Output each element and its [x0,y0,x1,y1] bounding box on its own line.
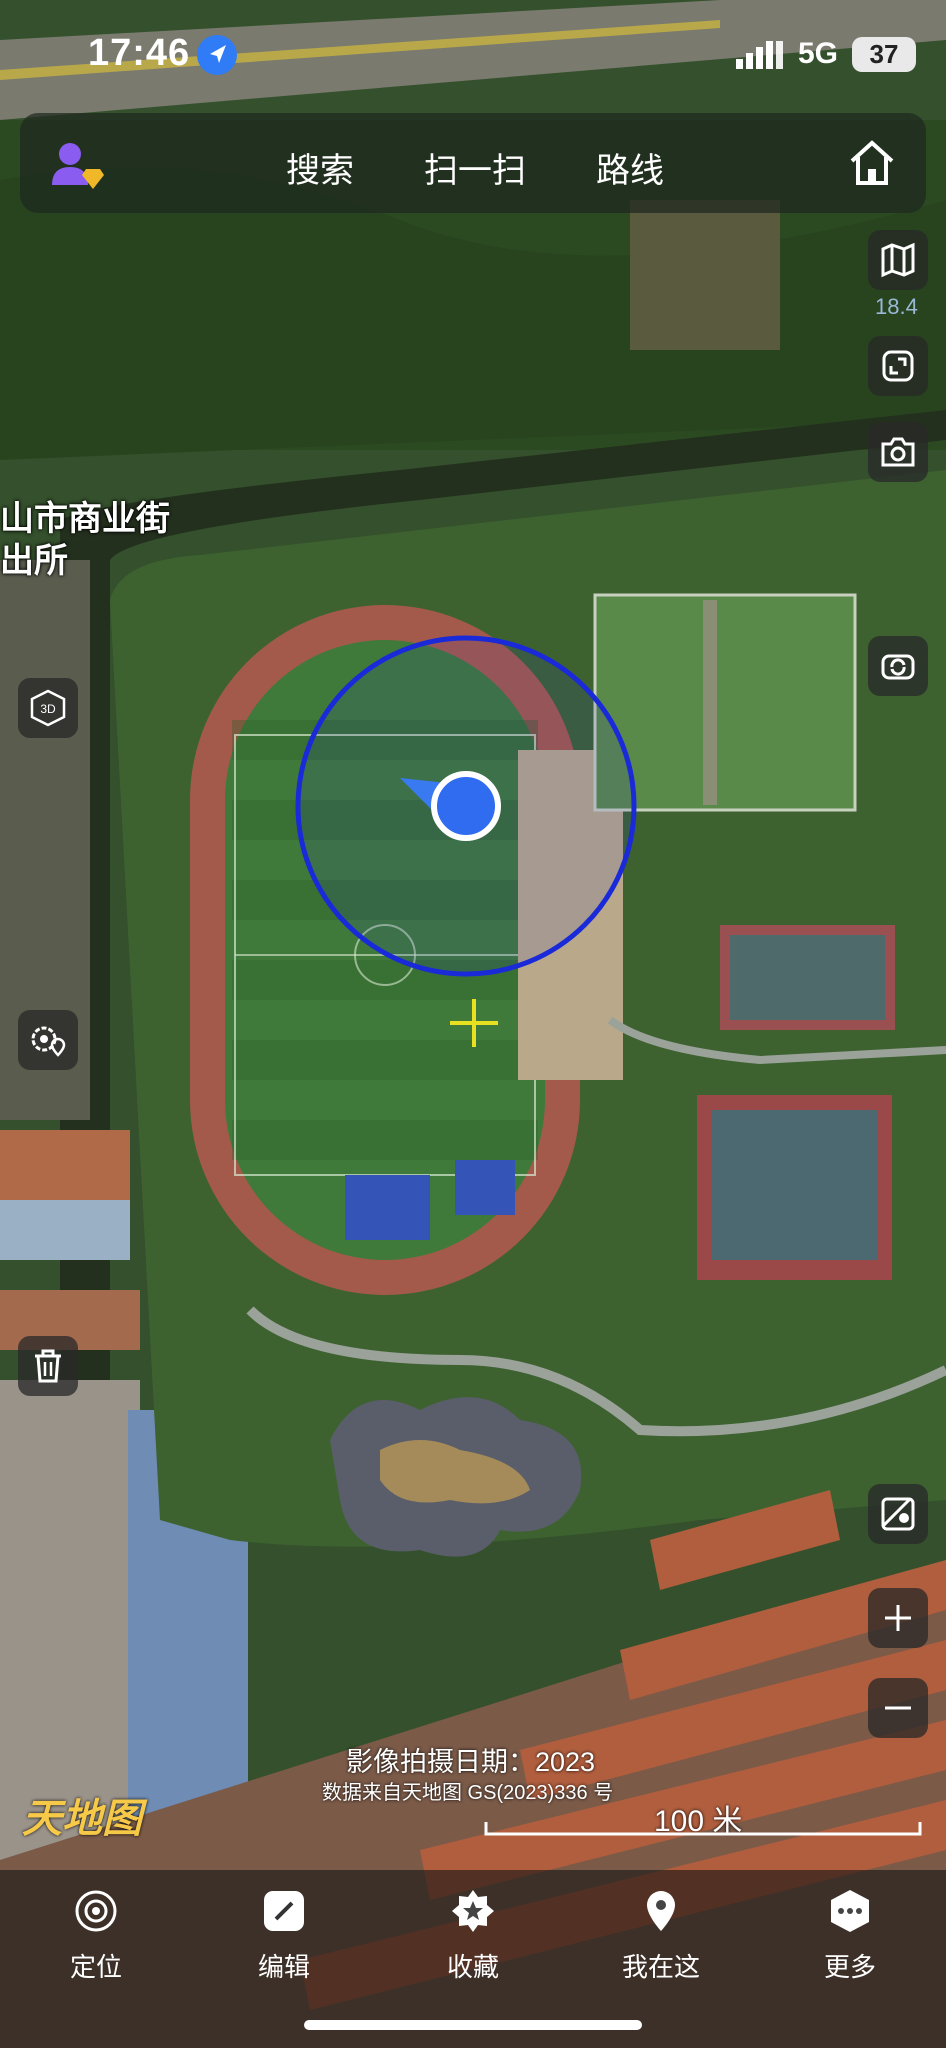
tianditu-logo: 天地图 [22,1795,142,1842]
map-place-label-line1[interactable]: 山市商业街 [0,498,170,540]
nav-edit[interactable]: 编辑 [224,1888,344,1984]
trash-icon [35,1349,61,1383]
nav-favorites[interactable]: 收藏 [413,1888,533,1984]
star-badge-icon [452,1890,494,1932]
nav-more-label: 更多 [823,1952,876,1982]
minus-icon [885,1706,911,1710]
tab-search[interactable]: 搜索 [286,143,354,192]
location-pin-icon [647,1891,675,1931]
fullscreen-button[interactable] [868,336,928,396]
zoom-out-button[interactable] [868,1678,928,1738]
user-vip-icon[interactable] [48,137,104,193]
signal-icon [735,41,783,69]
network-type: 5G [797,37,838,70]
zoom-level: 18.4 [875,294,918,319]
map-layers-button[interactable] [868,230,928,290]
map-locate-button[interactable] [868,1484,928,1544]
rotate-camera-icon [881,654,915,680]
imagery-date: 影像拍摄日期：2023 [346,1747,596,1777]
tab-scan[interactable]: 扫一扫 [424,143,526,192]
3d-view-button[interactable]: 3D [18,678,78,738]
camera-icon [881,437,915,467]
battery-indicator: 37 [852,36,916,72]
tab-route[interactable]: 路线 [596,143,664,192]
more-icon [831,1890,869,1932]
location-settings-button[interactable] [18,1010,78,1070]
delete-button[interactable] [18,1336,78,1396]
status-time: 17:46 [88,32,191,74]
nav-locate[interactable]: 定位 [36,1888,156,1984]
top-toolbar: 搜索 扫一扫 路线 [20,113,926,213]
rotate-view-button[interactable] [868,636,928,696]
screenshot-button[interactable] [868,422,928,482]
status-indicators: 5G 37 [735,34,916,74]
location-arrow-icon [197,35,237,75]
map-place-label-line2[interactable]: 出所 [0,540,68,582]
nav-favorites-label: 收藏 [446,1952,499,1982]
data-source-credit: 数据来自天地图 GS(2023)336 号 [322,1782,614,1804]
plus-icon [885,1605,911,1631]
zoom-in-button[interactable] [868,1588,928,1648]
nav-locate-label: 定位 [69,1952,122,1982]
nav-i-am-here-label: 我在这 [621,1952,700,1982]
home-icon[interactable] [846,137,898,189]
svg-text:3D: 3D [40,702,56,716]
crosshair-target-icon [75,1890,117,1932]
nav-more[interactable]: 更多 [790,1888,910,1984]
nav-i-am-here[interactable]: 我在这 [601,1888,721,1984]
map-icon [881,242,915,278]
3d-cube-icon: 3D [30,689,66,727]
scale-bar [484,1822,922,1836]
home-indicator[interactable] [304,2020,642,2030]
map-pin-icon [881,1497,915,1531]
edit-icon [264,1891,304,1931]
fullscreen-icon [882,350,914,382]
gear-pin-icon [31,1026,66,1057]
nav-edit-label: 编辑 [257,1952,310,1982]
